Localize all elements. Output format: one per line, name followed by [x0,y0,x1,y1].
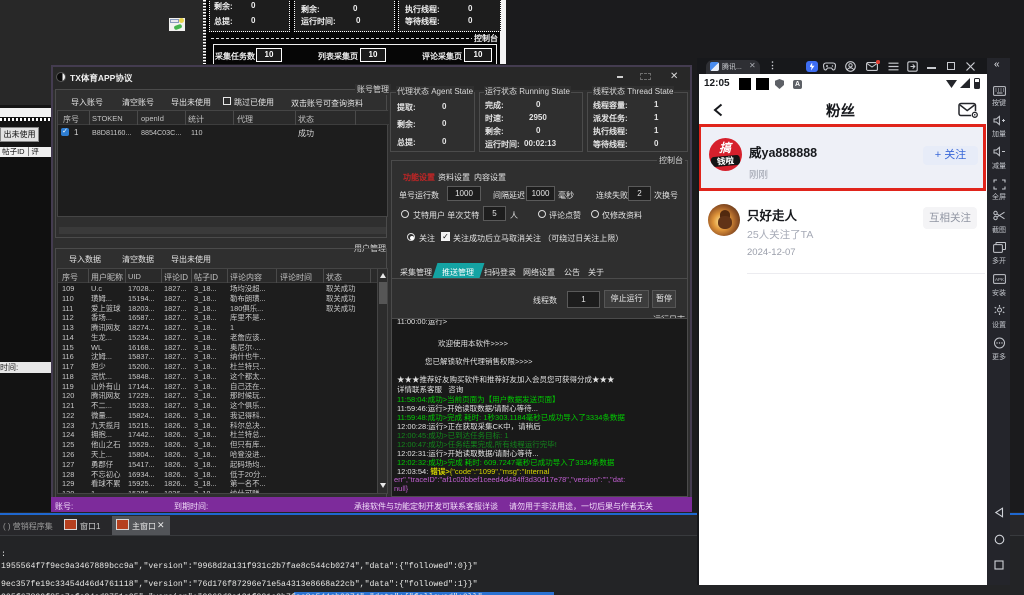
svg-text:APK: APK [995,277,1004,282]
